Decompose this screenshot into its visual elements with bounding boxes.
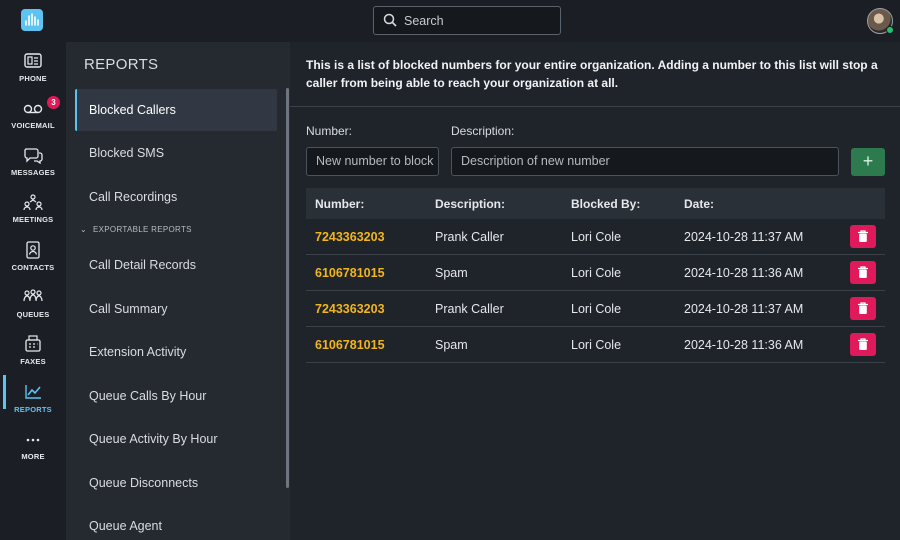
table-row: 7243363203 Prank Caller Lori Cole 2024-1… [306,219,885,255]
cell-date: 2024-10-28 11:36 AM [684,266,804,280]
sidebar-title: REPORTS [84,56,159,73]
table-row: 6106781015 Spam Lori Cole 2024-10-28 11:… [306,255,885,291]
divider [290,106,900,107]
cell-blocked-by: Lori Cole [571,338,622,352]
chevron-down-icon: ⌄ [80,225,88,234]
cell-number: 6106781015 [315,266,385,280]
search-input[interactable]: Search [404,14,444,28]
table-row: 6106781015 Spam Lori Cole 2024-10-28 11:… [306,327,885,363]
reports-sidebar: REPORTS Blocked Callers Blocked SMS Call… [66,42,290,540]
cell-blocked-by: Lori Cole [571,302,622,316]
delete-button[interactable] [850,333,876,356]
exportable-reports-toggle[interactable]: ⌄ EXPORTABLE REPORTS [80,225,192,234]
sidebar-item-queue-agent[interactable]: Queue Agent [75,505,277,540]
table-header: Number: Description: Blocked By: Date: [306,188,885,219]
nav-more[interactable]: MORE [0,424,66,470]
info-text: This is a list of blocked numbers for yo… [306,58,878,90]
trash-icon [858,266,868,278]
description-label: Description: [451,124,515,138]
app-window: Search PHONE 3 VOICEMAIL MESSAGES MEETIN… [0,0,900,540]
sidebar-item-blocked-callers[interactable]: Blocked Callers [75,89,277,131]
cell-date: 2024-10-28 11:36 AM [684,338,804,352]
delete-button[interactable] [850,297,876,320]
cell-number: 7243363203 [315,302,385,316]
search-box[interactable]: Search [373,6,561,35]
description-input[interactable]: Description of new number [451,147,839,176]
fax-icon [25,335,41,352]
meetings-icon [23,194,43,211]
sidebar-item-call-detail-records[interactable]: Call Detail Records [75,244,277,286]
nav-voicemail[interactable]: 3 VOICEMAIL [0,93,66,139]
cell-date: 2024-10-28 11:37 AM [684,302,804,316]
column-description: Description: [435,197,506,211]
sidebar-item-queue-calls-by-hour[interactable]: Queue Calls By Hour [75,375,277,417]
phone-icon [24,53,42,68]
cell-number: 6106781015 [315,338,385,352]
blocked-callers-panel: This is a list of blocked numbers for yo… [290,42,900,540]
queues-icon [23,289,43,302]
trash-icon [858,302,868,314]
nav-contacts[interactable]: CONTACTS [0,235,66,281]
online-status-icon [886,26,894,34]
cell-blocked-by: Lori Cole [571,266,622,280]
more-icon [26,438,40,442]
nav-meetings[interactable]: MEETINGS [0,187,66,233]
app-logo-icon[interactable] [21,9,43,31]
voicemail-count-badge: 3 [47,96,60,109]
top-bar: Search [0,0,900,42]
cell-description: Spam [435,266,468,280]
cell-blocked-by: Lori Cole [571,230,622,244]
search-icon [383,13,397,27]
sidebar-item-queue-disconnects[interactable]: Queue Disconnects [75,462,277,504]
sidebar-scrollbar[interactable] [286,88,289,488]
nav-phone[interactable]: PHONE [0,46,66,92]
sidebar-item-extension-activity[interactable]: Extension Activity [75,331,277,373]
messages-icon [24,148,43,164]
number-input[interactable]: New number to block [306,147,439,176]
active-indicator [3,375,6,409]
delete-button[interactable] [850,225,876,248]
cell-number: 7243363203 [315,230,385,244]
delete-button[interactable] [850,261,876,284]
table-row: 7243363203 Prank Caller Lori Cole 2024-1… [306,291,885,327]
reports-icon [25,385,41,399]
user-avatar[interactable] [867,8,894,34]
sidebar-item-blocked-sms[interactable]: Blocked SMS [75,132,277,174]
sidebar-item-call-summary[interactable]: Call Summary [75,288,277,330]
cell-description: Prank Caller [435,302,504,316]
nav-messages[interactable]: MESSAGES [0,140,66,186]
trash-icon [858,230,868,242]
cell-date: 2024-10-28 11:37 AM [684,230,804,244]
cell-description: Spam [435,338,468,352]
cell-description: Prank Caller [435,230,504,244]
main-nav: PHONE 3 VOICEMAIL MESSAGES MEETINGS CONT… [0,42,66,540]
sidebar-item-call-recordings[interactable]: Call Recordings [75,176,277,218]
column-blocked-by: Blocked By: [571,197,641,211]
nav-queues[interactable]: QUEUES [0,282,66,328]
number-label: Number: [306,124,353,138]
column-number: Number: [315,197,365,211]
nav-faxes[interactable]: FAXES [0,329,66,375]
column-date: Date: [684,197,715,211]
trash-icon [858,338,868,350]
voicemail-icon [23,104,43,114]
nav-reports[interactable]: REPORTS [0,375,66,423]
sidebar-item-queue-activity-by-hour[interactable]: Queue Activity By Hour [75,418,277,460]
contacts-icon [26,241,40,259]
add-blocked-number-button[interactable]: + [851,148,885,176]
